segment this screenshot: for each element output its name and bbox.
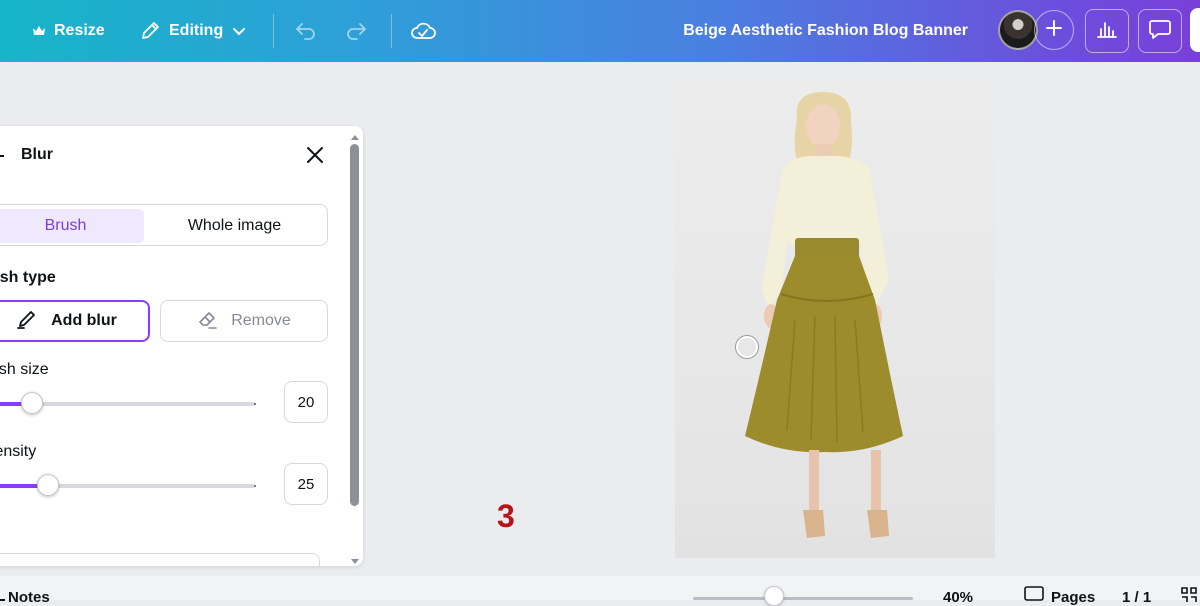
document-title[interactable]: Beige Aesthetic Fashion Blog Banner bbox=[683, 0, 968, 62]
brush-size-slider-thumb[interactable] bbox=[21, 392, 43, 414]
brush-size-value[interactable]: 20 bbox=[284, 381, 328, 423]
notes-icon bbox=[0, 589, 7, 606]
chevron-down-icon bbox=[231, 23, 247, 39]
resize-button[interactable]: Resize bbox=[32, 0, 105, 62]
add-blur-label: Add blur bbox=[51, 312, 117, 329]
blur-mode-tabs: Brush Whole image bbox=[0, 204, 328, 246]
comment-icon bbox=[1148, 18, 1172, 45]
panel-title: Blur bbox=[21, 146, 53, 163]
remove-label: Remove bbox=[231, 312, 291, 329]
pages-icon bbox=[1024, 586, 1044, 606]
redo-button[interactable] bbox=[344, 0, 368, 62]
comments-button[interactable] bbox=[1138, 9, 1182, 53]
add-collaborator-button[interactable] bbox=[1034, 10, 1074, 50]
editing-mode-button[interactable]: Editing bbox=[139, 0, 247, 62]
fashion-photo[interactable] bbox=[675, 80, 995, 558]
intensity-label: tensity bbox=[0, 443, 37, 460]
step-number: 3 bbox=[497, 498, 515, 534]
resize-label: Resize bbox=[54, 22, 105, 39]
bottom-bar: Notes 40% Pages 1 / 1 bbox=[0, 576, 1200, 606]
tab-brush[interactable]: Brush bbox=[0, 209, 144, 243]
crown-icon bbox=[32, 24, 46, 38]
scroll-down-arrow-icon[interactable] bbox=[350, 553, 360, 564]
grid-view-icon[interactable] bbox=[1180, 586, 1200, 606]
blur-brush-cursor bbox=[736, 336, 758, 358]
close-icon bbox=[304, 147, 326, 170]
cloud-check-icon bbox=[410, 20, 436, 42]
eraser-icon bbox=[197, 308, 219, 335]
brush-size-label: ush size bbox=[0, 361, 49, 378]
tab-whole-image[interactable]: Whole image bbox=[144, 209, 325, 243]
brush-icon bbox=[15, 307, 39, 336]
slider-end-dot bbox=[254, 485, 256, 487]
panel-next-section[interactable] bbox=[0, 553, 320, 566]
close-button[interactable] bbox=[304, 144, 326, 166]
panel-scrollbar[interactable] bbox=[350, 144, 359, 506]
model-illustration bbox=[745, 92, 903, 538]
page-count: 1 / 1 bbox=[1122, 589, 1152, 606]
notes-button[interactable]: Notes bbox=[8, 589, 50, 606]
pages-button[interactable]: Pages bbox=[1051, 589, 1095, 606]
top-bar: Resize Editing Beige Aesthetic Fashion B… bbox=[0, 0, 1200, 62]
blur-panel: Blur Brush Whole image ush type Add blur… bbox=[0, 126, 363, 566]
scroll-up-arrow-icon[interactable] bbox=[350, 128, 360, 140]
undo-icon bbox=[294, 21, 318, 41]
back-arrow-icon[interactable] bbox=[0, 146, 6, 172]
toolbar-divider bbox=[273, 14, 274, 48]
intensity-slider[interactable] bbox=[0, 474, 256, 496]
plus-icon bbox=[1045, 19, 1063, 42]
bar-chart-icon bbox=[1096, 19, 1118, 44]
avatar[interactable] bbox=[998, 10, 1038, 50]
zoom-slider-thumb[interactable] bbox=[764, 586, 785, 606]
zoom-level[interactable]: 40% bbox=[943, 589, 973, 606]
intensity-slider-thumb[interactable] bbox=[37, 474, 59, 496]
slider-end-dot bbox=[254, 403, 256, 405]
insights-button[interactable] bbox=[1085, 9, 1129, 53]
add-blur-button[interactable]: Add blur bbox=[0, 300, 150, 342]
editing-mode-label: Editing bbox=[169, 22, 224, 39]
toolbar-divider bbox=[391, 14, 392, 48]
undo-button[interactable] bbox=[294, 0, 318, 62]
pencil-icon bbox=[139, 20, 161, 42]
redo-icon bbox=[344, 21, 368, 41]
share-button[interactable] bbox=[1190, 8, 1200, 52]
brush-type-label: ush type bbox=[0, 269, 56, 286]
remove-button[interactable]: Remove bbox=[160, 300, 328, 342]
brush-size-slider[interactable] bbox=[0, 392, 256, 414]
save-status-button[interactable] bbox=[410, 0, 436, 62]
intensity-value[interactable]: 25 bbox=[284, 463, 328, 505]
